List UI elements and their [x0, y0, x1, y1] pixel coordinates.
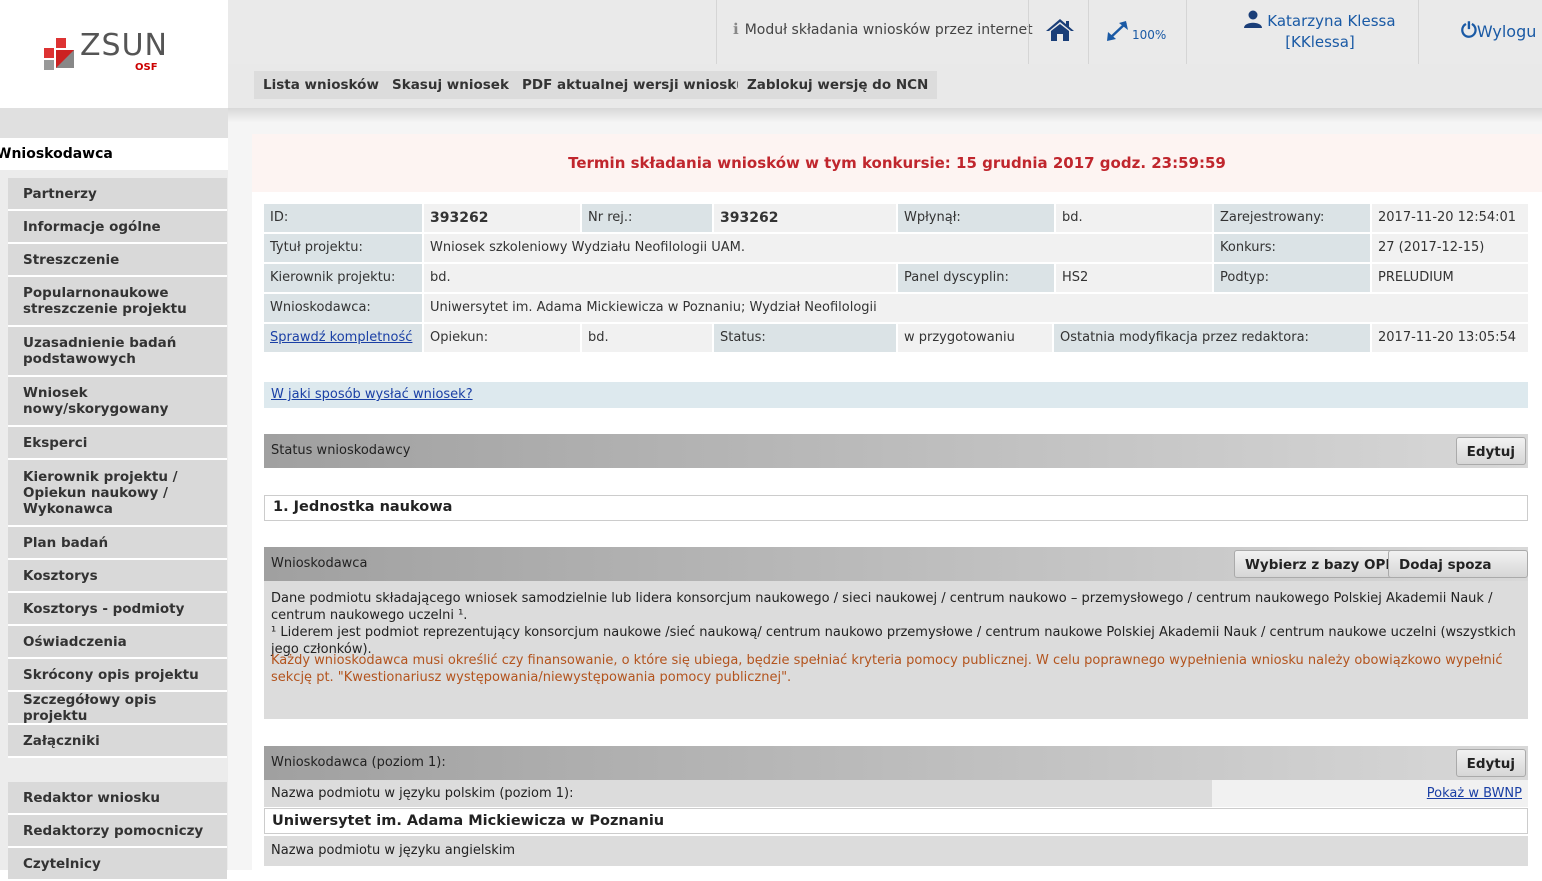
jednostka-section: 1. Jednostka naukowa [252, 480, 1542, 536]
opiekun-value: bd. [582, 324, 712, 352]
status-section-title: Status wnioskodawcy [271, 443, 411, 458]
podtyp-value: PRELUDIUM [1372, 264, 1528, 292]
top-header: ℹ Moduł składania wniosków przez internet… [228, 0, 1542, 64]
podtyp-label: Podtyp: [1214, 264, 1370, 292]
sidebar-item-partnerzy[interactable]: Partnerzy [8, 178, 227, 211]
sidebar-item-streszczenie[interactable]: Streszczenie [8, 244, 227, 277]
panel-label: Panel dyscyplin: [898, 264, 1054, 292]
sidebar: Wnioskodawca Partnerzy Informacje ogólne… [0, 108, 228, 881]
deadline-text: Termin składania wniosków w tym konkursi… [568, 154, 1226, 172]
kierownik-value: bd. [424, 264, 896, 292]
wnioskodawca-description: Dane podmiotu składającego wniosek samod… [264, 581, 1528, 719]
home-icon[interactable] [1046, 18, 1074, 42]
info-icon: ℹ [733, 20, 739, 38]
wplynal-value: bd. [1056, 204, 1212, 232]
public-aid-warning: Każdy wnioskodawca musi określić czy fin… [271, 653, 1503, 685]
show-in-bwnp-link[interactable]: Pokaż w BWNP [1427, 786, 1522, 801]
name-pl-label: Nazwa podmiotu w języku polskim (poziom … [271, 786, 574, 801]
user-login: [KKlessa] [1285, 33, 1355, 51]
sidebar-item-oswiadczenia[interactable]: Oświadczenia [8, 626, 227, 659]
pdf-current-version-button[interactable]: PDF aktualnej wersji wniosku [513, 71, 755, 99]
app-logo: ZSUN OSF [0, 0, 228, 108]
sprawdz-cell: Sprawdź kompletność [264, 324, 422, 352]
list-applications-button[interactable]: Lista wniosków [254, 71, 388, 99]
sidebar-item-kierownik[interactable]: Kierownik projektu / Opiekun naukowy / W… [8, 460, 227, 527]
zarejestrowany-value: 2017-11-20 12:54:01 [1372, 204, 1528, 232]
nr-label: Nr rej.: [582, 204, 712, 232]
sidebar-item-szczegolowy-opis[interactable]: Szczegółowy opis projektu [8, 692, 227, 725]
add-outside-base-button[interactable]: Dodaj spoza bazy [1388, 550, 1528, 601]
module-title: Moduł składania wniosków przez internet [744, 22, 1033, 38]
tytul-label: Tytuł projektu: [264, 234, 422, 262]
sidebar-item-eksperci[interactable]: Eksperci [8, 427, 227, 460]
sidebar-item-kosztorys[interactable]: Kosztorys [8, 560, 227, 593]
level1-edit-button[interactable]: Edytuj [1455, 749, 1526, 777]
sidebar-item-wniosek-nowy[interactable]: Wniosek nowy/skorygowany [8, 377, 227, 427]
sidebar-item-wnioskodawca[interactable]: Wnioskodawca [0, 138, 228, 170]
status-section: Status wnioskodawcy Edytuj [252, 424, 1542, 480]
name-pl-value-row: Uniwersytet im. Adama Mickiewicza w Pozn… [264, 808, 1528, 834]
wnioskodawca-section-title: Wnioskodawca [271, 556, 368, 571]
status-edit-button[interactable]: Edytuj [1455, 437, 1526, 465]
wnioskodawca-section: Wnioskodawca Wybierz z bazy OPI Dodaj sp… [252, 536, 1542, 732]
application-info-table: ID: 393262 Nr rej.: 393262 Wpłynął: bd. … [252, 192, 1542, 368]
user-icon [1244, 10, 1263, 28]
name-en-label: Nazwa podmiotu w języku angielskim [271, 843, 516, 858]
panel-value: HS2 [1056, 264, 1212, 292]
logo-subtext: OSF [135, 62, 158, 73]
wplynal-label: Wpłynął: [898, 204, 1054, 232]
status-label: Status: [714, 324, 896, 352]
sidebar-item-zalaczniki[interactable]: Załączniki [8, 725, 227, 758]
choose-from-opi-button[interactable]: Wybierz z bazy OPI [1234, 550, 1402, 578]
status-value: w przygotowaniu [898, 324, 1052, 352]
zoom-icon[interactable] [1106, 20, 1130, 42]
ostatnia-label: Ostatnia modyfikacja przez redaktora: [1054, 324, 1370, 352]
logout-label: Wylogu [1476, 22, 1537, 41]
zsun-logo-icon [44, 38, 74, 70]
sidebar-item-plan-badan[interactable]: Plan badań [8, 527, 227, 560]
sidebar-item-skrocony-opis[interactable]: Skrócony opis projektu [8, 659, 227, 692]
how-send-panel: W jaki sposób wysłać wniosek? [252, 368, 1542, 424]
zoom-level[interactable]: 100% [1132, 28, 1166, 42]
zarejestrowany-label: Zarejestrowany: [1214, 204, 1370, 232]
opiekun-label: Opiekun: [424, 324, 580, 352]
kierownik-label: Kierownik projektu: [264, 264, 422, 292]
name-pl-row: Nazwa podmiotu w języku polskim (poziom … [264, 780, 1528, 807]
jednostka-heading: 1. Jednostka naukowa [273, 499, 453, 515]
module-info: ℹ Moduł składania wniosków przez internet [733, 20, 1033, 38]
description-paragraph: Dane podmiotu składającego wniosek samod… [271, 591, 1493, 623]
power-icon: ⏻ [1461, 18, 1477, 42]
wnioskodawca-value: Uniwersytet im. Adama Mickiewicza w Pozn… [424, 294, 1528, 322]
sidebar-item-informacje-ogolne[interactable]: Informacje ogólne [8, 211, 227, 244]
sidebar-item-redaktorzy-pomocniczy[interactable]: Redaktorzy pomocniczy [8, 815, 227, 848]
logout-button[interactable]: ⏻Wylogu [1461, 18, 1536, 42]
action-toolbar: Lista wniosków Skasuj wniosek PDF aktual… [228, 64, 1542, 108]
ostatnia-value: 2017-11-20 13:05:54 [1372, 324, 1528, 352]
level1-title: Wnioskodawca (poziom 1): [271, 755, 446, 770]
name-en-row: Nazwa podmiotu w języku angielskim [264, 836, 1528, 866]
sprawdz-kompletnosc-link[interactable]: Sprawdź kompletność [270, 330, 412, 345]
sidebar-item-kosztorys-podmioty[interactable]: Kosztorys - podmioty [8, 593, 227, 626]
user-menu[interactable]: Katarzyna Klessa [KKlessa] [1240, 10, 1400, 53]
deadline-banner: Termin składania wniosków w tym konkursi… [252, 134, 1542, 192]
delete-application-button[interactable]: Skasuj wniosek [383, 71, 518, 99]
wnioskodawca-label: Wnioskodawca: [264, 294, 422, 322]
logo-text: ZSUN [80, 28, 168, 63]
sidebar-item-popularnonaukowe[interactable]: Popularnonaukowe streszczenie projektu [8, 277, 227, 327]
name-pl-value: Uniwersytet im. Adama Mickiewicza w Pozn… [272, 813, 665, 829]
id-value: 393262 [424, 204, 580, 232]
sidebar-item-czytelnicy[interactable]: Czytelnicy [8, 848, 227, 881]
lock-version-ncn-button[interactable]: Zablokuj wersję do NCN [738, 71, 938, 99]
level1-section: Wnioskodawca (poziom 1): Edytuj Nazwa po… [252, 732, 1542, 870]
konkurs-value: 27 (2017-12-15) [1372, 234, 1528, 262]
nr-value: 393262 [714, 204, 896, 232]
sidebar-item-redaktor[interactable]: Redaktor wniosku [8, 782, 227, 815]
id-label: ID: [264, 204, 422, 232]
user-name: Katarzyna Klessa [1267, 12, 1396, 30]
tytul-value: Wniosek szkoleniowy Wydziału Neofilologi… [424, 234, 1212, 262]
sidebar-item-uzasadnienie[interactable]: Uzasadnienie badań podstawowych [8, 327, 227, 377]
konkurs-label: Konkurs: [1214, 234, 1370, 262]
how-send-link[interactable]: W jaki sposób wysłać wniosek? [271, 387, 473, 402]
